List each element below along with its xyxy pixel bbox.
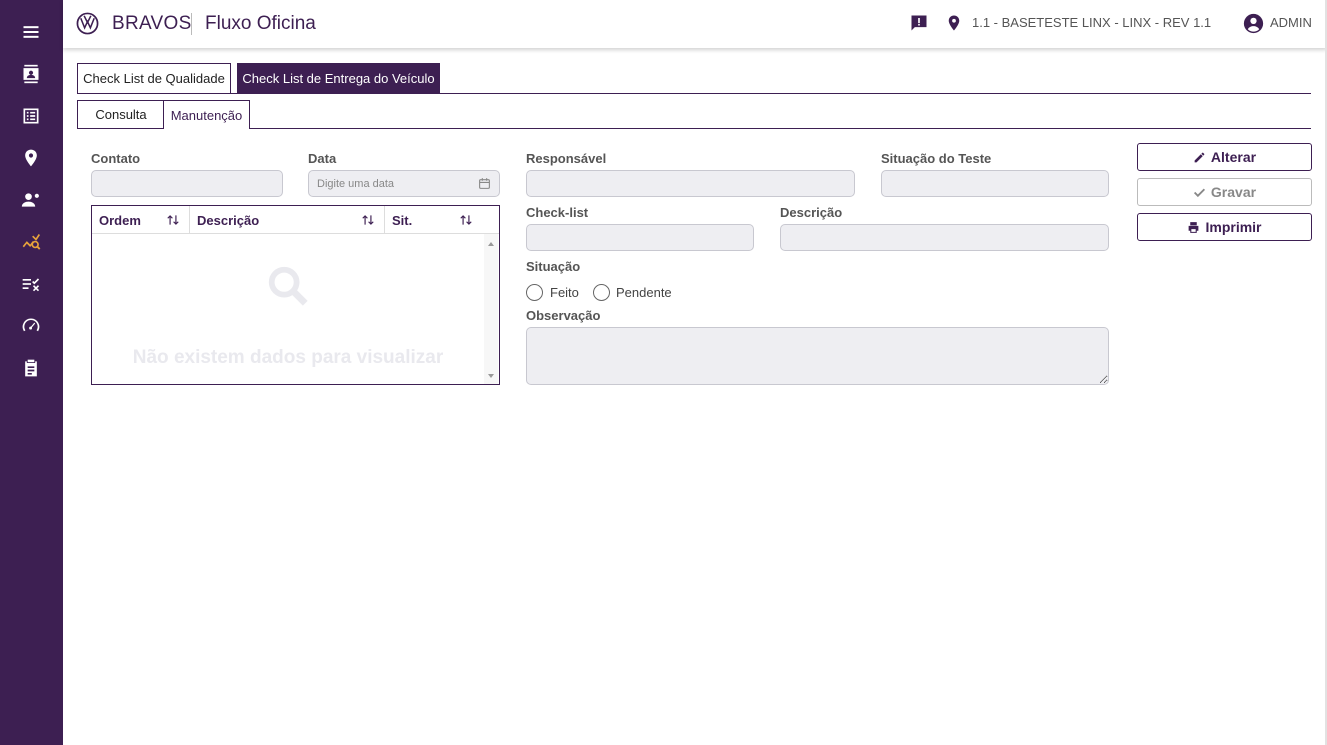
data-field[interactable]: Digite uma data (308, 170, 500, 197)
scroll-up-icon[interactable] (488, 242, 494, 246)
descricao-field[interactable] (780, 224, 1109, 251)
sort-icon[interactable] (166, 213, 180, 227)
gravar-label: Gravar (1210, 184, 1257, 200)
top-bar: BRAVOS Fluxo Oficina 1.1 - BASETESTE LIN… (63, 0, 1327, 48)
descricao-label: Descrição (780, 205, 843, 220)
scroll-down-icon[interactable] (488, 374, 494, 378)
data-label: Data (308, 151, 337, 166)
radio-pendente-label: Pendente (616, 285, 672, 300)
sort-icon[interactable] (459, 213, 473, 227)
sort-icon[interactable] (361, 213, 375, 227)
column-label: Sit. (392, 212, 413, 228)
pencil-icon (1194, 152, 1205, 162)
imprimir-label: Imprimir (1205, 219, 1262, 235)
column-label: Descrição (197, 212, 260, 228)
observacao-field[interactable] (526, 327, 1109, 385)
grid-empty-message: Não existem dados para visualizar (132, 347, 444, 368)
situacao-label: Situação (526, 259, 581, 274)
user-name[interactable]: ADMIN (1270, 15, 1312, 30)
observacao-label: Observação (526, 308, 601, 323)
radio-pendente[interactable] (593, 284, 610, 301)
alterar-button[interactable]: Alterar (1137, 143, 1312, 171)
radio-feito[interactable] (526, 284, 543, 301)
column-label: Ordem (99, 212, 141, 228)
column-header-descricao[interactable]: Descrição (190, 206, 385, 234)
speedometer-icon[interactable] (19, 314, 43, 338)
feedback-icon[interactable] (909, 13, 929, 33)
module-title: Fluxo Oficina (205, 13, 316, 34)
location-icon[interactable] (19, 146, 43, 170)
tab-check-list-entrega[interactable]: Check List de Entrega do Veículo (237, 63, 440, 93)
calendar-icon[interactable] (478, 177, 491, 190)
clipboard-icon[interactable] (19, 356, 43, 380)
situacao-teste-label: Situação do Teste (881, 151, 992, 166)
branch-selector[interactable]: 1.1 - BASETESTE LINX - LINX - REV 1.1 (972, 15, 1211, 30)
sidebar (0, 0, 63, 745)
checklist-grid: Ordem Descrição Sit. Não existem dados p… (91, 205, 500, 385)
checklist-icon[interactable] (19, 272, 43, 296)
main-tabs: Check List de Qualidade Check List de En… (77, 63, 1311, 94)
data-placeholder: Digite uma data (317, 177, 395, 190)
tab-check-list-qualidade[interactable]: Check List de Qualidade (77, 63, 231, 93)
grid-scrollbar[interactable] (484, 234, 498, 384)
sub-tabs: Consulta Manutenção (77, 100, 1311, 129)
contato-field[interactable] (91, 170, 283, 197)
situacao-teste-field[interactable] (881, 170, 1109, 197)
user-settings-icon[interactable] (19, 188, 43, 212)
brand-name: BRAVOS (112, 13, 192, 34)
contato-label: Contato (91, 151, 141, 166)
printer-icon (1189, 221, 1199, 233)
tab-consulta[interactable]: Consulta (77, 100, 164, 128)
grid-header: Ordem Descrição Sit. (92, 206, 499, 234)
imprimir-button[interactable]: Imprimir (1137, 213, 1312, 241)
contacts-icon[interactable] (19, 62, 43, 86)
search-icon (268, 266, 308, 306)
responsavel-label: Responsável (526, 151, 607, 166)
vw-logo-icon (76, 12, 99, 35)
check-icon (1193, 188, 1205, 197)
responsavel-field[interactable] (526, 170, 855, 197)
checklist-field[interactable] (526, 224, 754, 251)
radio-feito-label: Feito (550, 285, 579, 300)
location-pin-icon[interactable] (945, 13, 963, 33)
column-header-ordem[interactable]: Ordem (92, 206, 190, 234)
brand-divider (191, 13, 192, 35)
list-icon[interactable] (19, 104, 43, 128)
column-header-sit[interactable]: Sit. (385, 206, 482, 234)
gravar-button[interactable]: Gravar (1137, 178, 1312, 206)
tab-manutencao[interactable]: Manutenção (163, 100, 250, 129)
analytics-icon[interactable] (19, 230, 43, 254)
checklist-label: Check-list (526, 205, 589, 220)
user-avatar-icon[interactable] (1243, 13, 1264, 34)
menu-icon[interactable] (19, 20, 43, 44)
alterar-label: Alterar (1210, 149, 1257, 165)
